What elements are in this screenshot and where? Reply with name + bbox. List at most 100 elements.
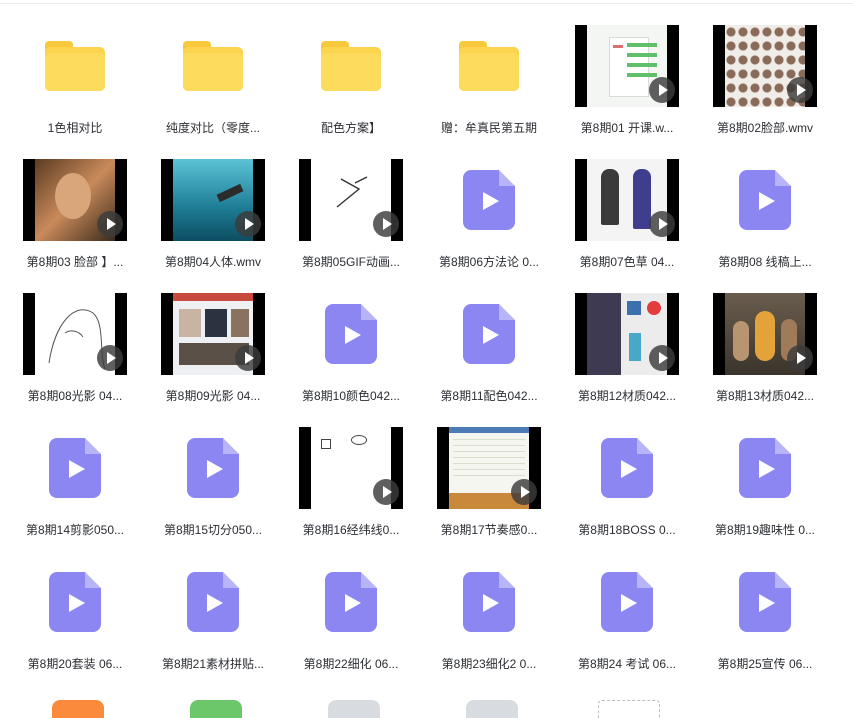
file-item[interactable]: 第8期13材质042... — [698, 272, 832, 406]
file-item[interactable]: 第8期04人体.wmv — [146, 138, 280, 272]
file-name-label: 第8期10颜色042... — [301, 389, 401, 403]
file-item[interactable]: 第8期01 开课.w... — [560, 4, 694, 138]
play-icon — [511, 479, 537, 505]
folder-icon-wrap — [8, 16, 142, 116]
video-thumbnail-wrap — [560, 284, 694, 384]
file-item[interactable]: 第8期06方法论 0... — [422, 138, 556, 272]
folder-item[interactable]: 1色相对比 — [8, 4, 142, 138]
file-item[interactable]: 第8期05GIF动画... — [284, 138, 418, 272]
play-icon — [235, 211, 261, 237]
video-file-icon-wrap — [698, 552, 832, 652]
play-icon — [373, 479, 399, 505]
video-thumbnail — [299, 427, 403, 509]
video-file-icon — [325, 304, 377, 364]
file-item[interactable]: 第8期14剪影050... — [8, 406, 142, 540]
file-item[interactable]: 第8期12材质042... — [560, 272, 694, 406]
video-thumbnail-wrap — [8, 284, 142, 384]
play-icon — [649, 77, 675, 103]
video-thumbnail-wrap — [422, 418, 556, 518]
file-item[interactable]: 第8期23细化2 0... — [422, 540, 556, 674]
file-name-label: 1色相对比 — [47, 121, 103, 135]
file-name-label: 第8期03 脸部 】... — [26, 255, 124, 269]
file-name-label: 第8期01 开课.w... — [580, 121, 674, 135]
video-thumbnail-wrap — [560, 150, 694, 250]
file-item[interactable]: 第8期21素材拼贴... — [146, 540, 280, 674]
video-thumbnail — [23, 293, 127, 375]
file-item[interactable]: 第8期19趣味性 0... — [698, 406, 832, 540]
file-item[interactable]: 第8期16经纬线0... — [284, 406, 418, 540]
video-thumbnail-wrap — [284, 418, 418, 518]
file-item[interactable]: 第8期08 线稿上... — [698, 138, 832, 272]
video-file-icon — [739, 170, 791, 230]
video-file-icon-wrap — [422, 552, 556, 652]
video-file-icon — [739, 438, 791, 498]
file-name-label: 第8期17节奏感0... — [440, 523, 538, 537]
placeholder-tile[interactable] — [598, 700, 660, 718]
folder-icon — [321, 41, 381, 91]
file-item[interactable]: 第8期18BOSS 0... — [560, 406, 694, 540]
green-file-icon[interactable] — [190, 700, 242, 718]
folder-icon-wrap — [284, 16, 418, 116]
file-name-label: 赠：牟真民第五期 — [440, 121, 537, 135]
file-item[interactable]: 第8期24 考试 06... — [560, 540, 694, 674]
file-name-label: 配色方案】 — [320, 121, 381, 135]
file-name-label: 纯度对比（零度... — [165, 121, 260, 135]
play-icon — [649, 345, 675, 371]
play-icon — [787, 77, 813, 103]
play-icon — [649, 211, 675, 237]
file-name-label: 第8期21素材拼贴... — [161, 657, 265, 671]
video-file-icon — [49, 438, 101, 498]
folder-item[interactable]: 纯度对比（零度... — [146, 4, 280, 138]
folder-icon — [183, 41, 243, 91]
file-item[interactable]: 第8期17节奏感0... — [422, 406, 556, 540]
video-thumbnail-wrap — [146, 284, 280, 384]
file-item[interactable]: 第8期08光影 04... — [8, 272, 142, 406]
video-file-icon-wrap — [560, 552, 694, 652]
file-item[interactable]: 第8期09光影 04... — [146, 272, 280, 406]
video-thumbnail — [713, 25, 817, 107]
video-file-icon — [601, 572, 653, 632]
video-file-icon-wrap — [560, 418, 694, 518]
file-name-label: 第8期04人体.wmv — [164, 255, 262, 269]
play-icon — [373, 211, 399, 237]
video-file-icon-wrap — [698, 150, 832, 250]
file-item[interactable]: 第8期20套装 06... — [8, 540, 142, 674]
orange-file-icon[interactable] — [52, 700, 104, 718]
file-name-label: 第8期22细化 06... — [303, 657, 399, 671]
folder-item[interactable]: 赠：牟真民第五期 — [422, 4, 556, 138]
gray-file-icon[interactable] — [466, 700, 518, 718]
file-item[interactable]: 第8期02脸部.wmv — [698, 4, 832, 138]
video-thumbnail — [437, 427, 541, 509]
file-item[interactable]: 第8期10颜色042... — [284, 272, 418, 406]
file-name-label: 第8期11配色042... — [440, 389, 538, 403]
file-name-label: 第8期06方法论 0... — [438, 255, 540, 269]
gray-file-icon[interactable] — [328, 700, 380, 718]
file-item[interactable]: 第8期15切分050... — [146, 406, 280, 540]
file-name-label: 第8期08光影 04... — [27, 389, 123, 403]
file-name-label: 第8期07色草 04... — [579, 255, 675, 269]
file-name-label: 第8期08 线稿上... — [718, 255, 812, 269]
video-file-icon — [187, 572, 239, 632]
video-file-icon-wrap — [8, 552, 142, 652]
file-name-label: 第8期16经纬线0... — [302, 523, 400, 537]
video-thumbnail-wrap — [560, 16, 694, 116]
folder-item[interactable]: 配色方案】 — [284, 4, 418, 138]
video-file-icon-wrap — [422, 150, 556, 250]
video-thumbnail-wrap — [698, 16, 832, 116]
video-thumbnail — [23, 159, 127, 241]
file-item[interactable]: 第8期25宣传 06... — [698, 540, 832, 674]
file-item[interactable]: 第8期03 脸部 】... — [8, 138, 142, 272]
video-thumbnail-wrap — [698, 284, 832, 384]
video-file-icon-wrap — [422, 284, 556, 384]
video-file-icon — [49, 572, 101, 632]
file-name-label: 第8期19趣味性 0... — [714, 523, 816, 537]
file-name-label: 第8期12材质042... — [577, 389, 677, 403]
file-item[interactable]: 第8期11配色042... — [422, 272, 556, 406]
play-icon — [787, 345, 813, 371]
file-item[interactable]: 第8期07色草 04... — [560, 138, 694, 272]
video-file-icon-wrap — [698, 418, 832, 518]
folder-icon — [45, 41, 105, 91]
video-file-icon — [601, 438, 653, 498]
file-item[interactable]: 第8期22细化 06... — [284, 540, 418, 674]
video-file-icon — [325, 572, 377, 632]
